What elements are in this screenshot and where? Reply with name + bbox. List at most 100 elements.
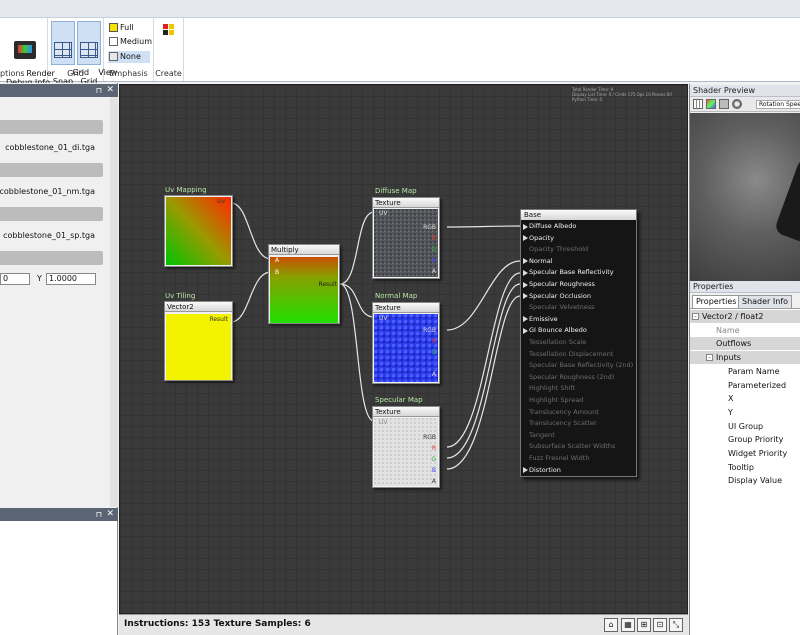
emphasis-none-option[interactable]: None: [108, 51, 150, 63]
node-graph-canvas[interactable]: Total Render Time: 9 Display List Time: …: [119, 84, 688, 614]
property-row[interactable]: Outflows: [690, 337, 800, 351]
x-value-field[interactable]: 0: [0, 273, 30, 285]
base-input-row[interactable]: Opacity Threshold: [529, 245, 588, 253]
base-input-row[interactable]: Opacity: [529, 234, 554, 242]
diffuse-uv-port[interactable]: UV: [379, 210, 388, 217]
grid-snap-button[interactable]: Grid Snap: [51, 21, 89, 86]
specular-b-port[interactable]: B: [432, 467, 436, 474]
emphasis-medium-option[interactable]: Medium: [108, 36, 152, 48]
param-group-bar[interactable]: [0, 207, 103, 221]
base-input-row[interactable]: Specular Occlusion: [529, 292, 591, 300]
grid-toggle-icon[interactable]: [693, 99, 703, 109]
close-icon[interactable]: ✕: [106, 509, 114, 519]
base-input-row[interactable]: GI Bounce Albedo: [529, 326, 587, 334]
background-toggle-icon[interactable]: [719, 99, 729, 109]
base-input-row[interactable]: Tessellation Displacement: [529, 350, 613, 358]
param-group-bar[interactable]: [0, 163, 103, 177]
y-value-field[interactable]: 1.0000: [46, 273, 96, 285]
property-row[interactable]: Y: [690, 406, 800, 419]
diffuse-rgb-port[interactable]: RGB: [423, 224, 436, 231]
tab-properties[interactable]: Properties: [692, 295, 741, 308]
property-row[interactable]: - Vector2 / float2: [690, 310, 800, 323]
rotation-speed-control[interactable]: Rotation Speed: [756, 100, 800, 109]
create-node-icon[interactable]: [163, 24, 175, 36]
property-row[interactable]: X: [690, 392, 800, 405]
base-input-row[interactable]: Highlight Spread: [529, 396, 583, 404]
property-row[interactable]: Name: [690, 324, 800, 337]
specular-rgb-port[interactable]: RGB: [423, 434, 436, 441]
normal-r-port[interactable]: R: [432, 338, 436, 345]
view-grid-button[interactable]: View Grid: [77, 21, 117, 86]
color-toggle-icon[interactable]: [706, 99, 716, 109]
collapse-toggle-icon[interactable]: -: [706, 354, 713, 362]
emphasis-full-option[interactable]: Full: [108, 22, 150, 34]
base-input-row[interactable]: Tessellation Scale: [529, 338, 586, 346]
base-input-row[interactable]: Specular Roughness: [529, 280, 595, 288]
base-input-row[interactable]: Tangent: [529, 431, 555, 439]
home-view-button[interactable]: ⌂: [604, 618, 618, 632]
base-input-row[interactable]: Subsurface Scatter Widths: [529, 442, 615, 450]
base-input-row[interactable]: Diffuse Albedo: [529, 222, 576, 230]
property-row[interactable]: Tooltip: [690, 461, 800, 474]
diffuse-map-node[interactable]: Texture UV RGB R G B A: [372, 197, 440, 279]
property-row[interactable]: Parameterized: [690, 379, 800, 392]
vector2-result-port[interactable]: Result: [209, 316, 228, 323]
base-input-row[interactable]: Specular Velvetness: [529, 303, 595, 311]
left-lower-panel-titlebar: ⊓ ✕: [0, 508, 118, 521]
left-panel-scrollbar[interactable]: [110, 97, 118, 507]
property-row[interactable]: - Inputs: [690, 351, 800, 365]
specular-g-port[interactable]: G: [431, 456, 436, 463]
diffuse-r-port[interactable]: R: [432, 235, 436, 242]
reset-view-button[interactable]: ⤡: [669, 618, 683, 632]
uv-tiling-node[interactable]: Vector2 Result: [164, 301, 233, 381]
property-row[interactable]: Group Priority: [690, 433, 800, 446]
specular-map-node[interactable]: Texture UV RGB R G B A: [372, 406, 440, 488]
normal-map-node[interactable]: Texture UV RGB R G B A: [372, 302, 440, 384]
diffuse-g-port[interactable]: G: [431, 246, 436, 253]
property-row[interactable]: UI Group: [690, 420, 800, 433]
base-input-row[interactable]: Translucency Amount: [529, 408, 599, 416]
property-row[interactable]: Widget Priority: [690, 447, 800, 460]
uv-output-port[interactable]: Uv: [217, 198, 225, 205]
multiply-b-port[interactable]: B: [275, 269, 279, 276]
multiply-result-port[interactable]: Result: [318, 281, 337, 288]
base-input-row[interactable]: Specular Base Reflectivity: [529, 268, 614, 276]
shader-preview-viewport[interactable]: [690, 113, 800, 281]
collapse-toggle-icon[interactable]: -: [692, 313, 699, 320]
property-row[interactable]: Display Value: [690, 474, 800, 487]
fit-view-button[interactable]: ▦: [621, 618, 635, 632]
base-input-row[interactable]: Normal: [529, 257, 553, 265]
tab-shader-info[interactable]: Shader Info: [738, 295, 793, 308]
base-input-row[interactable]: Emissive: [529, 315, 558, 323]
render-debug-info-button[interactable]: Render Debug Info: [6, 21, 55, 87]
diffuse-b-port[interactable]: B: [432, 257, 436, 264]
specular-r-port[interactable]: R: [432, 445, 436, 452]
multiply-node[interactable]: Multiply A B Result: [268, 244, 340, 324]
specular-uv-port[interactable]: UV: [379, 419, 388, 426]
specular-alpha-port[interactable]: A: [432, 478, 436, 485]
property-row[interactable]: Param Name: [690, 365, 800, 378]
pin-icon[interactable]: ⊓: [96, 510, 102, 519]
param-group-bar[interactable]: [0, 251, 103, 265]
zoom-button[interactable]: ⊡: [653, 618, 667, 632]
normal-uv-port[interactable]: UV: [379, 315, 388, 322]
normal-b-port[interactable]: B: [432, 360, 436, 367]
multiply-a-port[interactable]: A: [275, 257, 279, 264]
param-group-bar[interactable]: [0, 120, 103, 134]
base-input-row[interactable]: Distortion: [529, 466, 561, 474]
base-input-row[interactable]: Highlight Shift: [529, 384, 575, 392]
sphere-mesh-icon[interactable]: [732, 99, 742, 109]
base-input-row[interactable]: Fuzz Fresnel Width: [529, 454, 589, 462]
diffuse-alpha-port[interactable]: A: [432, 268, 436, 275]
normal-g-port[interactable]: G: [431, 349, 436, 356]
base-input-row[interactable]: Specular Base Reflectivity (2nd): [529, 361, 633, 369]
base-material-node[interactable]: Base Diffuse Albedo Opacity Opacity Thresh…: [520, 209, 637, 477]
frame-selection-button[interactable]: ⊞: [637, 618, 651, 632]
uv-mapping-node[interactable]: Uv: [164, 185, 233, 267]
base-input-row[interactable]: Translucency Scatter: [529, 419, 597, 427]
pin-icon[interactable]: ⊓: [96, 86, 102, 95]
normal-rgb-port[interactable]: RGB: [423, 327, 436, 334]
close-icon[interactable]: ✕: [106, 85, 114, 95]
normal-alpha-port[interactable]: A: [432, 371, 436, 378]
base-input-row[interactable]: Specular Roughness (2nd): [529, 373, 614, 381]
